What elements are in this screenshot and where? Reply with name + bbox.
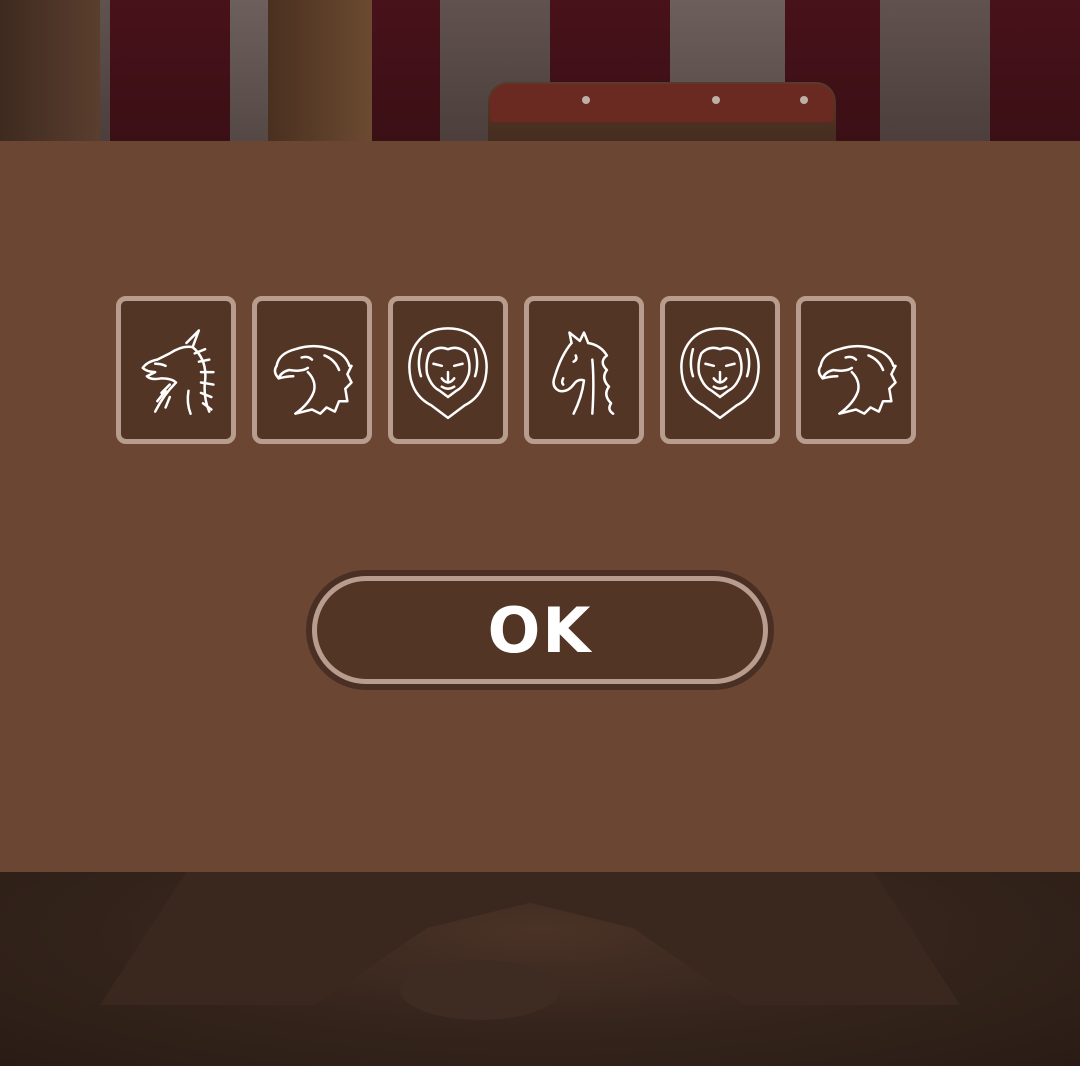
barrel-rivet (582, 96, 590, 104)
horse-icon (552, 331, 615, 415)
lion-icon (408, 327, 488, 420)
ok-button-label: OK (487, 593, 593, 667)
animal-card-eagle[interactable] (252, 296, 372, 444)
animal-card-horse[interactable] (524, 296, 644, 444)
barrel-rim (490, 84, 834, 122)
lion-icon (680, 327, 760, 420)
animal-card-dragon[interactable] (116, 296, 236, 444)
animal-card-eagle[interactable] (796, 296, 916, 444)
ok-button[interactable]: OK (306, 570, 774, 690)
barrel-rivet (800, 96, 808, 104)
eagle-icon (273, 344, 353, 415)
result-dialog-panel (0, 141, 1080, 872)
animal-card-lion[interactable] (388, 296, 508, 444)
animal-card-row (116, 296, 916, 444)
game-scene: OK (0, 0, 1080, 1066)
dragon-icon (141, 329, 215, 415)
barrel-rivet (712, 96, 720, 104)
wooden-post (268, 0, 372, 141)
wooden-post-left (0, 0, 100, 141)
ok-button-face: OK (312, 576, 768, 684)
animal-card-lion[interactable] (660, 296, 780, 444)
stand-foot (400, 960, 560, 1020)
eagle-icon (817, 344, 897, 415)
